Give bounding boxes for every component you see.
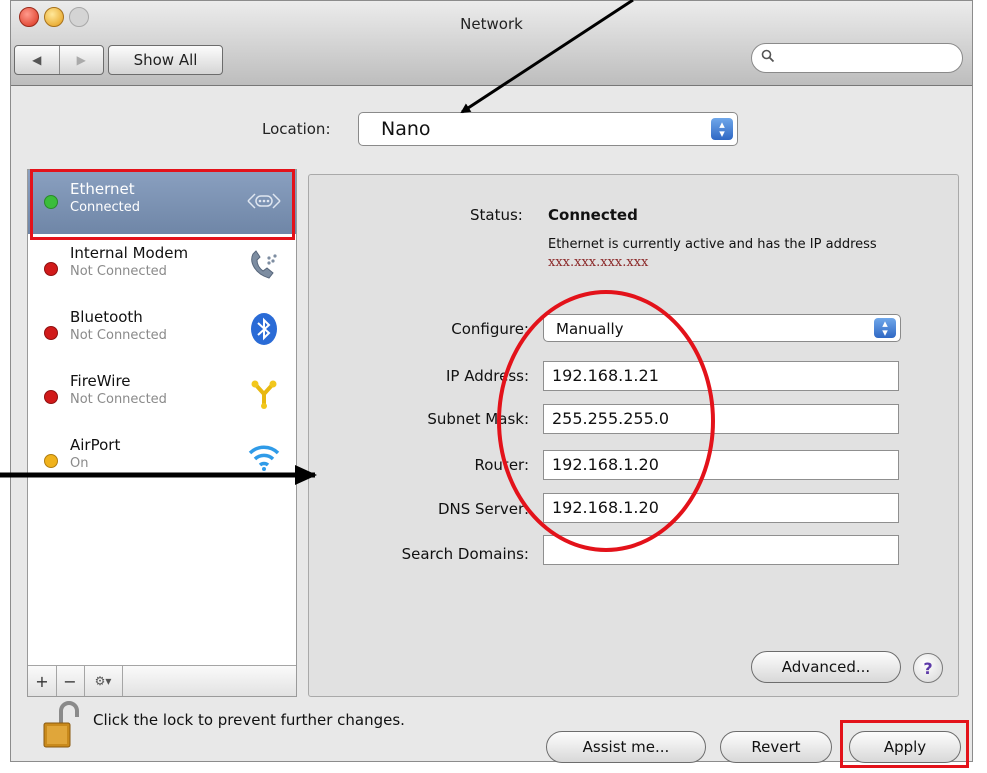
service-firewire[interactable]: FireWire Not Connected (28, 362, 296, 426)
status-dot-red (44, 262, 58, 276)
lock-icon[interactable] (42, 701, 86, 749)
ethernet-highlight-box (30, 169, 295, 240)
modem-icon (246, 247, 282, 283)
service-name: Bluetooth (70, 308, 143, 326)
add-service-button[interactable]: + (28, 666, 57, 696)
window-title: Network (460, 15, 523, 33)
back-arrow-icon[interactable]: ◀ (15, 46, 59, 74)
location-select[interactable]: Nano ▴ ▾ (358, 112, 738, 146)
status-label: Status: (470, 206, 523, 224)
status-dot-red (44, 326, 58, 340)
revert-button[interactable]: Revert (720, 731, 832, 763)
back-forward-control: ◀ ▶ (14, 45, 104, 75)
search-icon (761, 49, 775, 67)
router-label: Router: (474, 456, 530, 474)
service-list: Ethernet Connected Internal Modem Not Co… (27, 169, 297, 697)
status-description-text: Ethernet is currently active and has the… (548, 237, 877, 252)
service-name: FireWire (70, 372, 131, 390)
gear-icon[interactable]: ⚙▾ (84, 666, 123, 696)
fields-highlight-ellipse (497, 290, 715, 552)
firewire-icon (246, 375, 282, 411)
service-status: Not Connected (70, 392, 167, 407)
airport-icon (246, 439, 282, 475)
service-list-toolbar: + − ⚙▾ (28, 665, 296, 696)
service-status: Not Connected (70, 328, 167, 343)
location-value: Nano (381, 118, 431, 140)
status-dot-red (44, 390, 58, 404)
bluetooth-icon (246, 311, 282, 347)
search-domains-label: Search Domains: (401, 545, 529, 563)
status-value: Connected (548, 206, 638, 224)
advanced-button[interactable]: Advanced... (751, 651, 901, 683)
location-popup-arrows-icon: ▴ ▾ (711, 118, 733, 140)
remove-service-button[interactable]: − (56, 666, 85, 696)
service-internal-modem[interactable]: Internal Modem Not Connected (28, 234, 296, 298)
apply-highlight-box (840, 720, 969, 768)
service-bluetooth[interactable]: Bluetooth Not Connected (28, 298, 296, 362)
show-all-button[interactable]: Show All (108, 45, 223, 75)
help-button[interactable]: ? (913, 653, 943, 683)
search-field[interactable] (751, 43, 963, 73)
forward-arrow-icon[interactable]: ▶ (58, 46, 104, 74)
location-label: Location: (262, 120, 331, 138)
service-status: On (70, 456, 89, 471)
lock-message: Click the lock to prevent further change… (93, 711, 405, 729)
service-airport[interactable]: AirPort On (28, 426, 296, 490)
assist-me-button[interactable]: Assist me... (546, 731, 706, 763)
service-name: Internal Modem (70, 244, 189, 262)
configure-label: Configure: (451, 320, 529, 338)
configure-popup-arrows-icon: ▴ ▾ (874, 318, 896, 338)
service-name: AirPort (70, 436, 121, 454)
service-status: Not Connected (70, 264, 167, 279)
status-dot-yellow (44, 454, 58, 468)
dns-server-label: DNS Server: (437, 500, 529, 518)
ip-address-label: IP Address: (445, 367, 529, 385)
status-description: Ethernet is currently active and has the… (548, 236, 898, 272)
status-ip-address: xxx.xxx.xxx.xxx (548, 255, 649, 270)
